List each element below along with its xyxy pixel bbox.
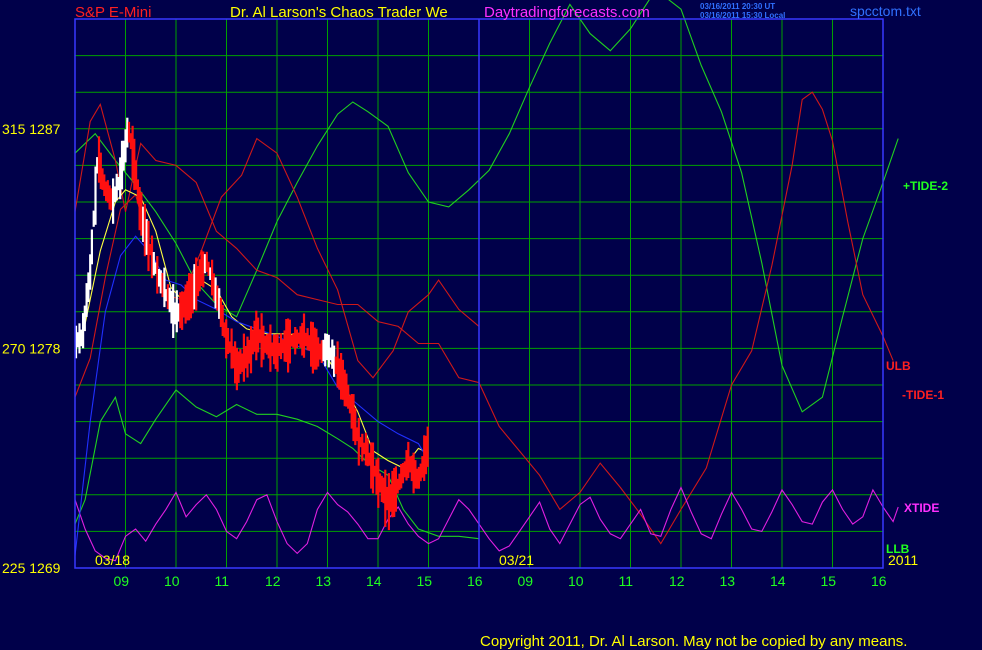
copyright: Copyright 2011, Dr. Al Larson. May not b…: [480, 633, 907, 650]
x-axis-day-label: 14: [366, 573, 382, 589]
legend-label: +TIDE-2: [903, 179, 948, 193]
x-axis-day-label: 12: [265, 573, 281, 589]
chart-canvas: 315 1287 270 1278 225 1269 09 10 11 12 13 14 15 16…: [2, 0, 948, 650]
x-axis-day-label: 10: [164, 573, 180, 589]
x-axis-day-label: 15: [821, 573, 837, 589]
legend-label: XTIDE: [904, 501, 939, 515]
legend-label: -TIDE-1: [902, 388, 944, 402]
series-avg_blue: [74, 235, 429, 556]
timestamp-local: 03/16/2011 15:30 Local: [700, 11, 785, 20]
series-tide2_green: [74, 0, 899, 413]
symbol-label: S&P E-Mini: [75, 4, 151, 21]
x-axis-day-label: 11: [215, 573, 230, 589]
date-marker-label: 03/21: [499, 552, 534, 568]
x-axis-day-label: 11: [619, 573, 634, 589]
x-axis-day-label: 09: [114, 573, 130, 589]
x-axis-day-label: 09: [518, 573, 534, 589]
x-axis-day-label: 16: [467, 573, 483, 589]
x-axis-day-label: 12: [669, 573, 685, 589]
price-bars: [74, 117, 429, 531]
y-axis-label: 315 1287: [2, 121, 61, 137]
x-axis-day-label: 16: [871, 573, 887, 589]
x-axis-day-label: 15: [417, 573, 433, 589]
x-axis-day-label: 13: [316, 573, 332, 589]
legend-label: ULB: [886, 359, 911, 373]
timestamp-ut: 03/16/2011 20:30 UT: [700, 2, 775, 11]
x-axis-day-label: 13: [720, 573, 736, 589]
date-marker-label: 03/18: [95, 552, 130, 568]
site-label: Daytradingforecasts.com: [484, 4, 650, 21]
series-xtide_magenta: [74, 486, 899, 562]
y-axis-label: 270 1278: [2, 340, 61, 356]
y-axis-label: 225 1269: [2, 560, 61, 576]
chart-title: Dr. Al Larson's Chaos Trader We: [230, 4, 448, 21]
legend-label: LLB: [886, 542, 910, 556]
x-axis-day-label: 14: [770, 573, 786, 589]
filename-label: spcctom.txt: [850, 3, 921, 19]
series-ulb_red: [74, 91, 894, 545]
x-axis-day-label: 10: [568, 573, 584, 589]
